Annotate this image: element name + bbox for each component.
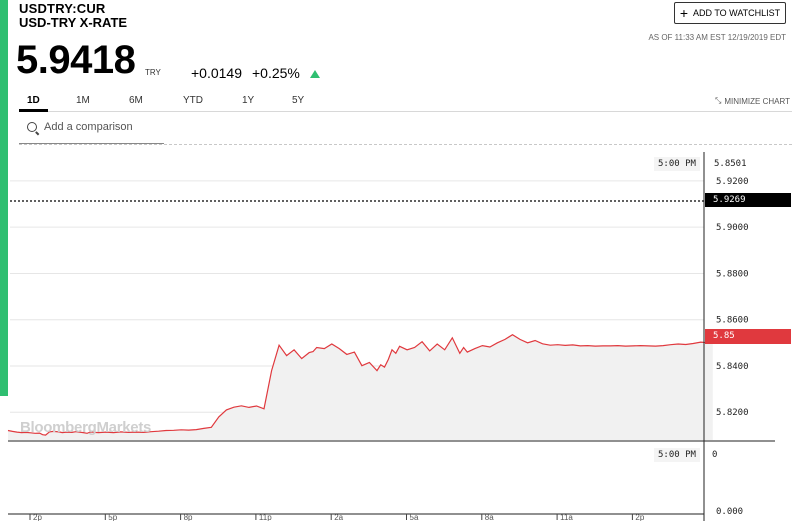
volume-value-label: 0 xyxy=(712,450,718,460)
y-tick-label: 5.8600 xyxy=(716,316,749,326)
x-tick-label: 8p xyxy=(184,513,193,521)
x-tick-label: 2a xyxy=(334,513,343,521)
x-tick-label: 2p xyxy=(33,513,42,521)
y-tick-label: 5.9000 xyxy=(716,223,749,233)
top-value-label: 5.8501 xyxy=(714,159,747,169)
x-tick-label: 2p xyxy=(635,513,644,521)
x-tick-label: 5a xyxy=(410,513,419,521)
volume-axis-min: 0.000 xyxy=(716,507,744,517)
y-tick-label: 5.8800 xyxy=(716,269,749,279)
previous-close-marker: 5.9269 xyxy=(705,193,791,207)
bloomberg-watermark: BloombergMarkets xyxy=(20,419,152,436)
x-tick-label: 11a xyxy=(560,513,573,521)
y-tick-label: 5.9200 xyxy=(716,177,749,187)
x-tick-label: 8a xyxy=(485,513,494,521)
y-tick-label: 5.8400 xyxy=(716,362,749,372)
price-chart: 5.9200 5.9000 5.8800 5.8600 5.8400 5.8200 2p 5… xyxy=(7,152,775,521)
volume-time-label: 5:00 PM xyxy=(654,448,700,462)
top-time-label: 5:00 PM xyxy=(654,157,700,171)
x-tick-label: 5p xyxy=(108,513,117,521)
y-tick-label: 5.8200 xyxy=(716,408,749,418)
last-value-marker: 5.85 xyxy=(705,329,791,344)
x-tick-label: 11p xyxy=(259,513,272,521)
